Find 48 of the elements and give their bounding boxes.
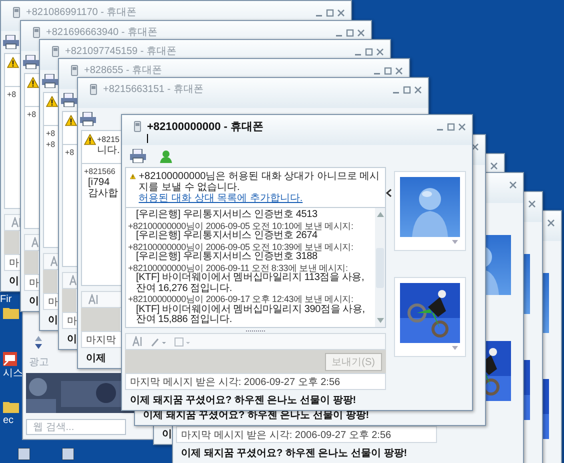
- message-text: [우리은행] 우리통지서비스 인증번호 4513: [135, 210, 318, 220]
- message-text: [KTF] 바이더웨이에서 멤버십마일리지 390점을 사용, 잔여 15,886 점입니다.: [135, 304, 366, 326]
- sender-line: +8: [46, 128, 56, 139]
- ad-text: 이제: [86, 352, 106, 365]
- ad-label: 광고: [29, 356, 49, 369]
- message-text: [우리은행] 우리통지서비스 인증번호 3188: [136, 252, 318, 262]
- ad-text: 이: [67, 333, 77, 346]
- ad-text: 이: [162, 428, 172, 441]
- window-title: +821696663940 - 휴대폰: [46, 27, 158, 39]
- ad-text: 이제 돼지꿈 꾸셨어요? 하우젠 은나노 선물이 팡팡!: [130, 394, 356, 407]
- ad-text: 이: [48, 314, 58, 327]
- icon-label[interactable]: ec: [3, 415, 14, 427]
- sender-line: +821566: [84, 166, 116, 177]
- sender-line: +8: [7, 89, 16, 100]
- window-title: +821097745159 - 휴대폰: [65, 46, 176, 58]
- sender-line: +8: [46, 139, 56, 150]
- icon-label[interactable]: 시스: [3, 368, 23, 380]
- sender-line: +82100000000님이 2006-09-05 오전 10:39에 보낸 메시지:: [128, 242, 354, 252]
- message-text: [우리은행] 우리통지서비스 인증번호 2674: [136, 231, 318, 242]
- sender-line: +8: [65, 147, 74, 158]
- warning-text: 니다.: [97, 145, 120, 156]
- window-title: +8215663151 - 휴대폰: [103, 84, 204, 96]
- window-title: +821086991170 - 휴대폰: [26, 7, 137, 19]
- message-text: [KTF] 바이더웨이에서 멤버십마일리지 113점을 사용, 잔여 16,276 점입니다.: [136, 273, 366, 294]
- window-title: +828655 - 휴대폰: [84, 65, 162, 77]
- sender-line: +8: [27, 109, 36, 120]
- window-title: +82100000000 - 휴대폰: [147, 121, 264, 133]
- ad-text: 이: [9, 275, 19, 288]
- last-message-time: 마: [29, 276, 39, 290]
- ad-text: 이: [29, 295, 39, 308]
- last-message-time: 마: [67, 314, 77, 328]
- sender-line: +82100000000님이 2006-09-11 오전 8:33에 보낸 메시지:: [128, 262, 348, 272]
- message-text: 감사합: [87, 188, 118, 199]
- sender-line: +82100000000님이 2006-09-17 오후 12:43에 보낸 메시지:: [128, 294, 354, 304]
- icon-label[interactable]: Fir: [0, 294, 12, 306]
- last-message-time: 마지막 메시지 받은 시각: 2006-09-27 오후 2:56: [181, 428, 392, 442]
- search-field[interactable]: 웹 검색...: [26, 419, 126, 435]
- last-message-time: 마: [9, 256, 19, 270]
- message-text: [i794: [87, 177, 110, 188]
- warning-text: +8215: [97, 134, 120, 145]
- last-message-time: 마: [48, 296, 58, 308]
- ad-text: 이제 돼지꿈 꾸셨어요? 하우젠 은나노 선물이 팡팡!: [143, 409, 370, 422]
- warning-message: +82100000000님은 허용된 대화 상대가 아니므로 메시지를 보낼 수 없습니다. 허용된 대화 상대 목록에 추가합니다.: [138, 171, 381, 204]
- sender-line: +82100000000님이 2006-09-05 오전 10:10에 보낸 메시지:: [128, 220, 354, 230]
- last-message-time: 마지막: [86, 334, 116, 346]
- add-contact-link[interactable]: 허용된 대화 상대 목록에 추가합니다.: [138, 193, 303, 204]
- last-message-time: 마지막 메시지 받은 시각: 2006-09-27 오후 2:56: [130, 376, 340, 388]
- ad-text: 이제 돼지꿈 꾸셨어요? 하우젠 은나노 선물이 팡팡!: [181, 447, 408, 460]
